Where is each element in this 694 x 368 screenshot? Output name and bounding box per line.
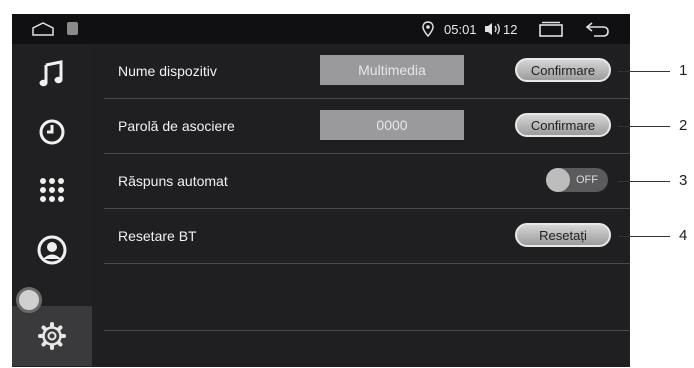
callout-number-1: 1 (679, 62, 688, 79)
auto-answer-toggle[interactable]: OFF (546, 168, 608, 192)
pair-password-field[interactable]: 0000 (320, 110, 464, 140)
location-pin-icon (422, 21, 434, 37)
bluetooth-settings-panel: Nume dispozitiv Multimedia Confirmare Pa… (92, 44, 630, 367)
auto-answer-label: Răspuns automat (118, 173, 228, 189)
contact-icon (37, 235, 67, 265)
status-bar: 05:01 12 (12, 14, 630, 44)
sidebar-item-history[interactable] (12, 102, 92, 162)
clock-time: 05:01 (444, 22, 477, 37)
home-icon[interactable] (32, 22, 54, 36)
volume-icon[interactable] (484, 21, 502, 37)
sidebar-item-music[interactable] (12, 44, 92, 104)
sidebar (12, 44, 92, 367)
device-name-label: Nume dispozitiv (118, 63, 217, 79)
sidebar-item-settings[interactable] (12, 306, 92, 366)
sidebar-item-keypad[interactable] (12, 160, 92, 220)
settings-row-reset-bt: Resetare BT Resetați (104, 209, 630, 264)
confirm-device-name-button[interactable]: Confirmare (515, 58, 611, 82)
settings-row-device-name: Nume dispozitiv Multimedia Confirmare (104, 44, 630, 99)
device-name-field[interactable]: Multimedia (320, 55, 464, 85)
callout-line-1 (618, 71, 670, 72)
music-note-icon (39, 60, 63, 87)
callout-line-3 (618, 181, 670, 182)
clock-icon (39, 119, 65, 145)
callout-number-3: 3 (679, 172, 688, 189)
back-icon[interactable] (584, 21, 610, 37)
callout-line-2 (618, 126, 670, 127)
callout-number-4: 4 (679, 227, 688, 244)
settings-row-empty (104, 264, 630, 331)
settings-row-pair-password: Parolă de asociere 0000 Confirmare (104, 99, 630, 154)
callout-number-2: 2 (679, 117, 688, 134)
keypad-icon (40, 178, 64, 202)
floating-assistive-button[interactable] (16, 287, 42, 313)
settings-row-auto-answer: Răspuns automat OFF (104, 154, 630, 209)
reset-bt-button[interactable]: Resetați (515, 223, 611, 247)
bluetooth-icon (67, 22, 78, 35)
volume-level: 12 (503, 22, 518, 37)
recent-apps-icon[interactable] (538, 21, 564, 37)
callout-line-4 (618, 236, 670, 237)
toggle-knob (546, 168, 570, 192)
sidebar-item-contacts[interactable] (12, 220, 92, 280)
toggle-state: OFF (576, 174, 598, 186)
gear-icon (38, 322, 66, 350)
confirm-pair-password-button[interactable]: Confirmare (515, 113, 611, 137)
head-unit-screen: 05:01 12 Nume dispozitiv Multimedia Conf… (12, 14, 630, 367)
reset-bt-label: Resetare BT (118, 228, 197, 244)
pair-password-label: Parolă de asociere (118, 118, 235, 134)
